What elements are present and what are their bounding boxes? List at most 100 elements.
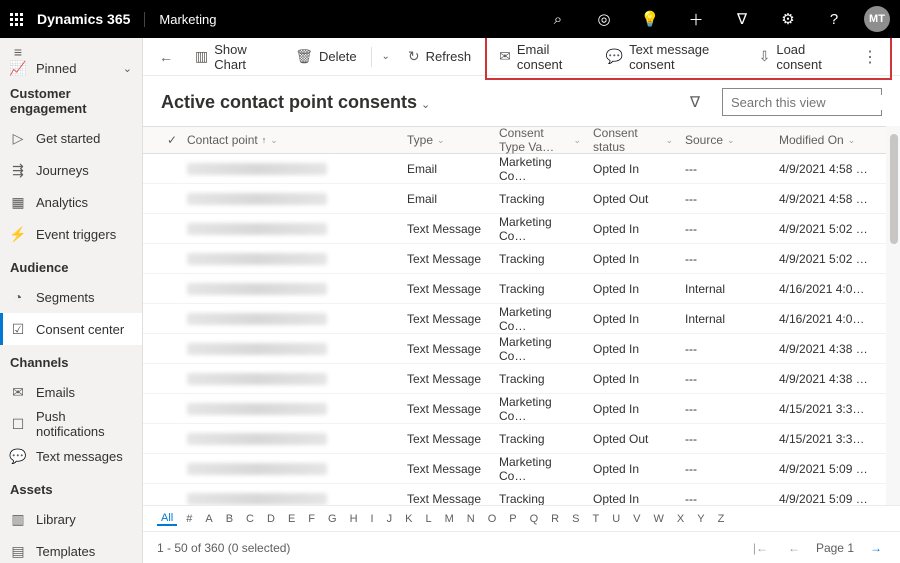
cell-status: Opted In: [587, 282, 679, 296]
help-icon[interactable]: ?: [818, 3, 850, 35]
col-contact[interactable]: Contact point↑⌄: [181, 127, 401, 153]
alpha-jump[interactable]: O: [484, 513, 501, 525]
email-consent-button[interactable]: ✉Email consent: [491, 38, 594, 76]
sidebar-item-icon: ✉: [10, 384, 26, 400]
alpha-jump[interactable]: All: [157, 512, 177, 526]
search-icon[interactable]: ⌕: [542, 3, 574, 35]
text-consent-button[interactable]: 💬Text message consent: [598, 38, 747, 76]
sidebar-item[interactable]: ☐Push notifications: [0, 408, 142, 440]
col-source[interactable]: Source⌄: [679, 127, 773, 153]
col-type[interactable]: Type⌄: [401, 127, 493, 153]
sidebar-item[interactable]: 💬Text messages: [0, 440, 142, 472]
alpha-jump[interactable]: E: [284, 513, 299, 525]
sidebar-item[interactable]: ✉Emails: [0, 376, 142, 408]
alpha-jump[interactable]: L: [421, 513, 435, 525]
alpha-jump[interactable]: I: [367, 513, 378, 525]
delete-split-button[interactable]: ⌄: [377, 51, 393, 62]
alpha-jump[interactable]: Y: [693, 513, 708, 525]
redacted-contact: [187, 343, 327, 355]
prev-page-button[interactable]: ←: [784, 541, 804, 555]
alpha-jump[interactable]: M: [441, 513, 458, 525]
table-row[interactable]: Text MessageMarketing Co…Opted InInterna…: [143, 304, 900, 334]
settings-gear-icon[interactable]: ⚙: [772, 3, 804, 35]
table-row[interactable]: Text MessageTrackingOpted In---4/9/2021 …: [143, 364, 900, 394]
sidebar-item[interactable]: ⇶Journeys: [0, 154, 142, 186]
alpha-jump[interactable]: Q: [526, 513, 543, 525]
table-row[interactable]: Text MessageTrackingOpted Out---4/15/202…: [143, 424, 900, 454]
trash-icon: 🗑: [295, 48, 313, 65]
vertical-scrollbar[interactable]: [886, 126, 900, 505]
table-row[interactable]: Text MessageMarketing Co…Opted In---4/9/…: [143, 214, 900, 244]
refresh-button[interactable]: ↻Refresh: [400, 44, 479, 69]
alpha-jump[interactable]: K: [401, 513, 416, 525]
cell-ctv: Tracking: [493, 252, 587, 266]
alpha-jump[interactable]: H: [346, 513, 362, 525]
table-row[interactable]: EmailTrackingOpted Out---4/9/2021 4:58 …: [143, 184, 900, 214]
alpha-jump[interactable]: U: [608, 513, 624, 525]
alpha-jump[interactable]: W: [650, 513, 668, 525]
alpha-jump[interactable]: V: [629, 513, 644, 525]
show-chart-button[interactable]: ▥Show Chart: [187, 38, 281, 76]
load-consent-button[interactable]: ⇩Load consent: [751, 38, 850, 76]
col-consent-type[interactable]: Consent Type Va…⌄: [493, 127, 587, 153]
filter-icon[interactable]: ∇: [726, 3, 758, 35]
alpha-jump[interactable]: A: [201, 513, 216, 525]
add-icon[interactable]: ＋: [680, 3, 712, 35]
back-button[interactable]: ←: [151, 45, 181, 69]
redacted-contact: [187, 223, 327, 235]
brand-label: Dynamics 365: [37, 11, 130, 27]
table-row[interactable]: Text MessageTrackingOpted In---4/9/2021 …: [143, 244, 900, 274]
select-all-checkbox[interactable]: ✓: [161, 127, 181, 153]
alpha-jump[interactable]: J: [383, 513, 397, 525]
sidebar-item[interactable]: ☑Consent center: [0, 313, 142, 345]
sidebar-item[interactable]: ▷Get started: [0, 122, 142, 154]
alpha-jump[interactable]: #: [182, 513, 196, 525]
alpha-jump[interactable]: D: [263, 513, 279, 525]
alpha-jump[interactable]: T: [588, 513, 603, 525]
command-bar: ← ▥Show Chart 🗑Delete ⌄ ↻Refresh ✉Email …: [143, 38, 900, 76]
table-row[interactable]: EmailMarketing Co…Opted In---4/9/2021 4:…: [143, 154, 900, 184]
search-input[interactable]: [731, 95, 900, 110]
alpha-jump[interactable]: S: [568, 513, 583, 525]
col-modified[interactable]: Modified On⌄: [773, 127, 883, 153]
alpha-jump[interactable]: X: [673, 513, 688, 525]
first-page-button[interactable]: |←: [749, 541, 772, 555]
assistant-icon[interactable]: ◎: [588, 3, 620, 35]
lightbulb-icon[interactable]: 💡: [634, 3, 666, 35]
alpha-jump[interactable]: P: [505, 513, 520, 525]
grid-body: EmailMarketing Co…Opted In---4/9/2021 4:…: [143, 154, 900, 505]
table-row[interactable]: Text MessageMarketing Co…Opted In---4/9/…: [143, 334, 900, 364]
redacted-contact: [187, 373, 327, 385]
next-page-button[interactable]: →: [866, 541, 886, 555]
scroll-thumb[interactable]: [890, 134, 898, 244]
sidebar-item[interactable]: ▥Library: [0, 503, 142, 535]
alpha-jump[interactable]: R: [547, 513, 563, 525]
sidebar-item[interactable]: ◔Segments: [0, 281, 142, 313]
user-avatar[interactable]: MT: [864, 6, 890, 32]
pinned-row[interactable]: 📈Pinned⌄: [0, 60, 142, 76]
cell-source: Internal: [679, 312, 773, 326]
table-row[interactable]: Text MessageMarketing Co…Opted In---4/15…: [143, 394, 900, 424]
alpha-jump[interactable]: C: [242, 513, 258, 525]
cell-status: Opted In: [587, 222, 679, 236]
app-launcher-icon[interactable]: [10, 13, 23, 26]
funnel-filter-button[interactable]: ∇: [680, 93, 710, 111]
table-row[interactable]: Text MessageMarketing Co…Opted In---4/9/…: [143, 454, 900, 484]
alpha-jump[interactable]: B: [222, 513, 237, 525]
cell-modified: 4/9/2021 4:38 …: [773, 342, 883, 356]
sidebar-item[interactable]: ▦Analytics: [0, 186, 142, 218]
view-selector[interactable]: Active contact point consents⌄: [161, 92, 430, 113]
overflow-button[interactable]: ⋮: [854, 47, 886, 67]
alpha-jump[interactable]: N: [463, 513, 479, 525]
search-box[interactable]: ⌕: [722, 88, 882, 116]
alpha-jump[interactable]: Z: [714, 513, 729, 525]
sidebar-item[interactable]: ▤Templates: [0, 535, 142, 563]
col-status[interactable]: Consent status⌄: [587, 127, 679, 153]
alpha-jump[interactable]: F: [304, 513, 319, 525]
menu-toggle-button[interactable]: ≡: [0, 44, 142, 60]
table-row[interactable]: Text MessageTrackingOpted In---4/9/2021 …: [143, 484, 900, 505]
alpha-jump[interactable]: G: [324, 513, 341, 525]
sidebar-item[interactable]: ⚡Event triggers: [0, 218, 142, 250]
delete-button[interactable]: 🗑Delete: [287, 44, 364, 69]
table-row[interactable]: Text MessageTrackingOpted InInternal4/16…: [143, 274, 900, 304]
